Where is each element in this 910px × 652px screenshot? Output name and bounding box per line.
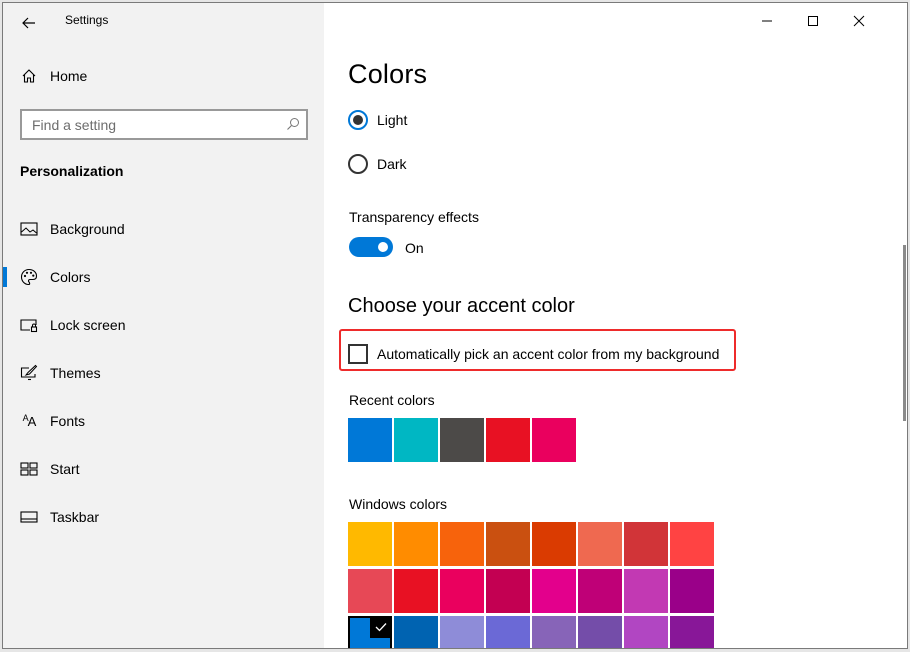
search-input[interactable] — [22, 111, 272, 138]
radio-light[interactable]: Light — [348, 110, 407, 130]
section-title: Personalization — [20, 163, 124, 179]
settings-window: Settings Home Personalization Background… — [2, 2, 908, 649]
sidebar-item-label: Lock screen — [50, 317, 126, 333]
windows-colors-label: Windows colors — [349, 496, 448, 512]
color-swatch[interactable] — [670, 569, 714, 613]
picture-icon — [20, 220, 38, 238]
color-swatch[interactable] — [486, 569, 530, 613]
sidebar-item-home[interactable]: Home — [3, 56, 324, 96]
color-swatch[interactable] — [532, 522, 576, 566]
color-swatch[interactable] — [532, 569, 576, 613]
palette-icon — [20, 268, 38, 286]
auto-pick-checkbox[interactable] — [348, 344, 368, 364]
radio-label: Light — [377, 112, 408, 128]
auto-pick-label: Automatically pick an accent color from … — [377, 346, 720, 362]
sidebar-item-background[interactable]: Background — [3, 209, 324, 249]
color-swatch[interactable] — [486, 522, 530, 566]
color-swatch[interactable] — [440, 522, 484, 566]
color-swatch[interactable] — [624, 616, 668, 648]
sidebar-item-lock-screen[interactable]: Lock screen — [3, 305, 324, 345]
color-swatch[interactable] — [578, 522, 622, 566]
color-swatch[interactable] — [532, 616, 576, 648]
sidebar-item-fonts[interactable]: AA Fonts — [3, 401, 324, 441]
color-swatch[interactable] — [532, 418, 576, 462]
sidebar-item-label: Taskbar — [50, 509, 100, 525]
close-button[interactable] — [836, 3, 882, 39]
color-swatch[interactable] — [440, 616, 484, 648]
back-arrow-icon — [22, 17, 35, 29]
color-swatch[interactable] — [394, 522, 438, 566]
color-swatch[interactable] — [486, 616, 530, 648]
color-swatch[interactable] — [394, 569, 438, 613]
active-indicator — [3, 267, 7, 287]
sidebar: Settings Home Personalization Background… — [3, 3, 324, 648]
sidebar-item-label: Themes — [50, 365, 101, 381]
windows-colors-row — [348, 616, 714, 648]
sidebar-item-colors[interactable]: Colors — [3, 257, 324, 297]
toggle-knob — [378, 242, 388, 252]
color-swatch[interactable] — [440, 418, 484, 462]
lock-screen-icon — [20, 316, 38, 334]
themes-icon — [20, 364, 38, 382]
sidebar-item-themes[interactable]: Themes — [3, 353, 324, 393]
back-button[interactable] — [15, 9, 43, 37]
sidebar-item-label: Start — [50, 461, 80, 477]
radio-button[interactable] — [348, 110, 368, 130]
color-swatch[interactable] — [624, 569, 668, 613]
scrollbar-thumb[interactable] — [903, 245, 906, 421]
home-label: Home — [50, 68, 88, 84]
windows-colors-row — [348, 522, 714, 566]
color-swatch[interactable] — [348, 418, 392, 462]
search-icon — [287, 118, 299, 130]
sidebar-item-start[interactable]: Start — [3, 449, 324, 489]
color-swatch[interactable] — [394, 418, 438, 462]
page-title: Colors — [348, 59, 428, 89]
sidebar-item-label: Background — [50, 221, 125, 237]
search-box[interactable] — [20, 109, 308, 140]
windows-colors-row — [348, 569, 714, 613]
fonts-icon: AA — [22, 413, 37, 429]
close-icon — [853, 15, 865, 27]
recent-colors-row — [348, 418, 576, 462]
radio-button[interactable] — [348, 154, 368, 174]
radio-label: Dark — [377, 156, 407, 172]
start-icon — [20, 460, 38, 478]
transparency-toggle[interactable] — [349, 237, 393, 257]
toggle-state-label: On — [405, 240, 424, 256]
radio-dark[interactable]: Dark — [348, 154, 407, 174]
color-swatch[interactable] — [670, 616, 714, 648]
recent-colors-label: Recent colors — [349, 392, 435, 408]
color-swatch[interactable] — [670, 522, 714, 566]
maximize-button[interactable] — [790, 3, 836, 39]
color-swatch[interactable] — [578, 616, 622, 648]
color-swatch[interactable] — [578, 569, 622, 613]
minimize-icon — [762, 20, 772, 22]
transparency-label: Transparency effects — [349, 209, 479, 225]
color-swatch[interactable] — [394, 616, 438, 648]
maximize-icon — [808, 16, 818, 26]
checkmark-icon — [370, 616, 392, 638]
color-swatch[interactable] — [348, 616, 392, 648]
color-swatch[interactable] — [348, 522, 392, 566]
minimize-button[interactable] — [744, 3, 790, 39]
sidebar-item-label: Fonts — [50, 413, 86, 429]
sidebar-item-taskbar[interactable]: Taskbar — [3, 497, 324, 537]
color-swatch[interactable] — [348, 569, 392, 613]
auto-pick-checkbox-row[interactable]: Automatically pick an accent color from … — [348, 344, 719, 364]
color-swatch[interactable] — [486, 418, 530, 462]
app-title: Settings — [65, 13, 109, 27]
sidebar-item-label: Colors — [50, 269, 91, 285]
taskbar-icon — [20, 508, 38, 526]
accent-heading: Choose your accent color — [348, 295, 575, 317]
main-content: Colors Light Dark Transparency effects O… — [324, 3, 907, 648]
color-swatch[interactable] — [624, 522, 668, 566]
home-icon — [20, 67, 38, 85]
color-swatch[interactable] — [440, 569, 484, 613]
